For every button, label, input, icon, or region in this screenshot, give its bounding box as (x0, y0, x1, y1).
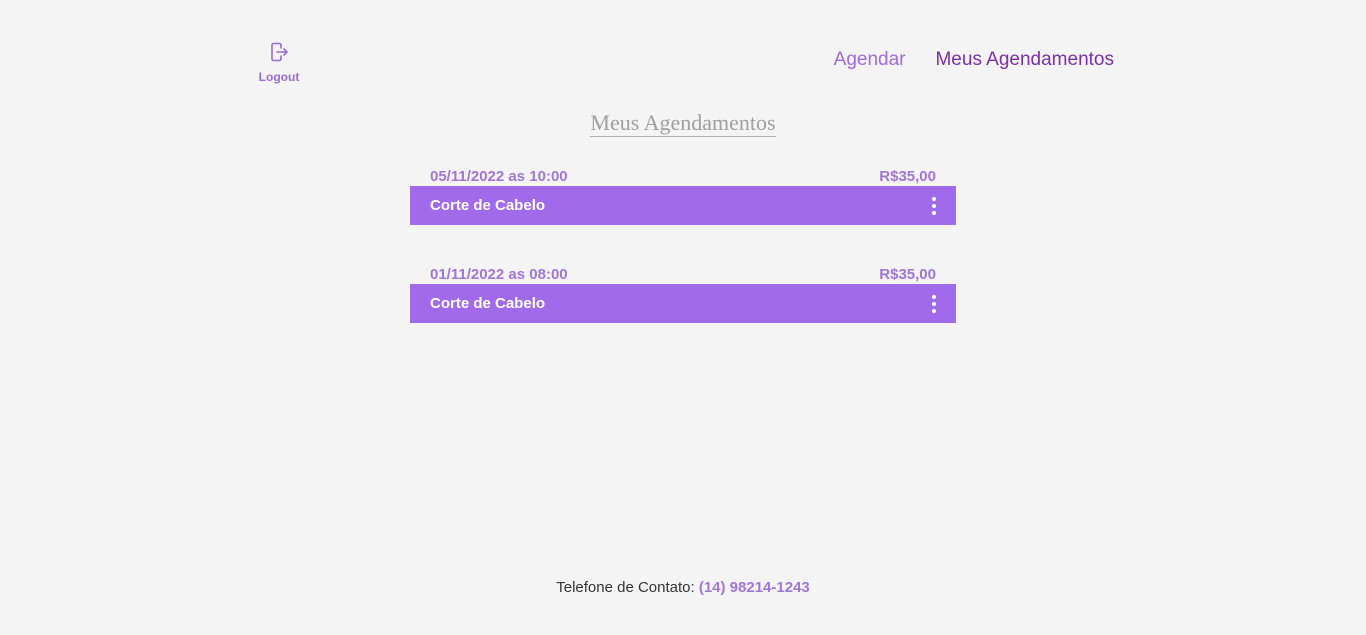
appointment-meta: 01/11/2022 as 08:00 R$35,00 (410, 265, 956, 284)
nav-link-meus-agendamentos[interactable]: Meus Agendamentos (935, 49, 1114, 71)
kebab-menu-icon[interactable] (930, 196, 938, 215)
appointment-service: Corte de Cabelo (430, 197, 546, 214)
page-title-wrapper: Meus Agendamentos (0, 110, 1366, 137)
appointment-datetime: 05/11/2022 as 10:00 (430, 168, 568, 185)
appointment-service: Corte de Cabelo (430, 295, 546, 312)
appointment-bar: Corte de Cabelo (410, 284, 956, 323)
footer: Telefone de Contato: (14) 98214-1243 (0, 579, 1366, 596)
kebab-menu-icon[interactable] (930, 294, 938, 313)
footer-phone: (14) 98214-1243 (698, 579, 810, 596)
appointment-card: 05/11/2022 as 10:00 R$35,00 Corte de Cab… (410, 167, 956, 225)
appointment-bar: Corte de Cabelo (410, 186, 956, 225)
main-nav: Agendar Meus Agendamentos (834, 49, 1114, 71)
appointment-meta: 05/11/2022 as 10:00 R$35,00 (410, 167, 956, 186)
appointment-datetime: 01/11/2022 as 08:00 (430, 266, 568, 283)
appointment-price: R$35,00 (879, 168, 936, 185)
page: Logout Agendar Meus Agendamentos Meus Ag… (0, 0, 1366, 635)
logout-button[interactable]: Logout (254, 40, 304, 84)
logout-icon (267, 40, 291, 69)
footer-contact-label: Telefone de Contato: (556, 579, 695, 596)
appointment-list: 05/11/2022 as 10:00 R$35,00 Corte de Cab… (410, 167, 956, 363)
page-title: Meus Agendamentos (590, 110, 776, 137)
appointment-card: 01/11/2022 as 08:00 R$35,00 Corte de Cab… (410, 265, 956, 323)
nav-link-agendar[interactable]: Agendar (834, 49, 906, 71)
logout-label: Logout (258, 70, 300, 84)
appointment-price: R$35,00 (879, 266, 936, 283)
